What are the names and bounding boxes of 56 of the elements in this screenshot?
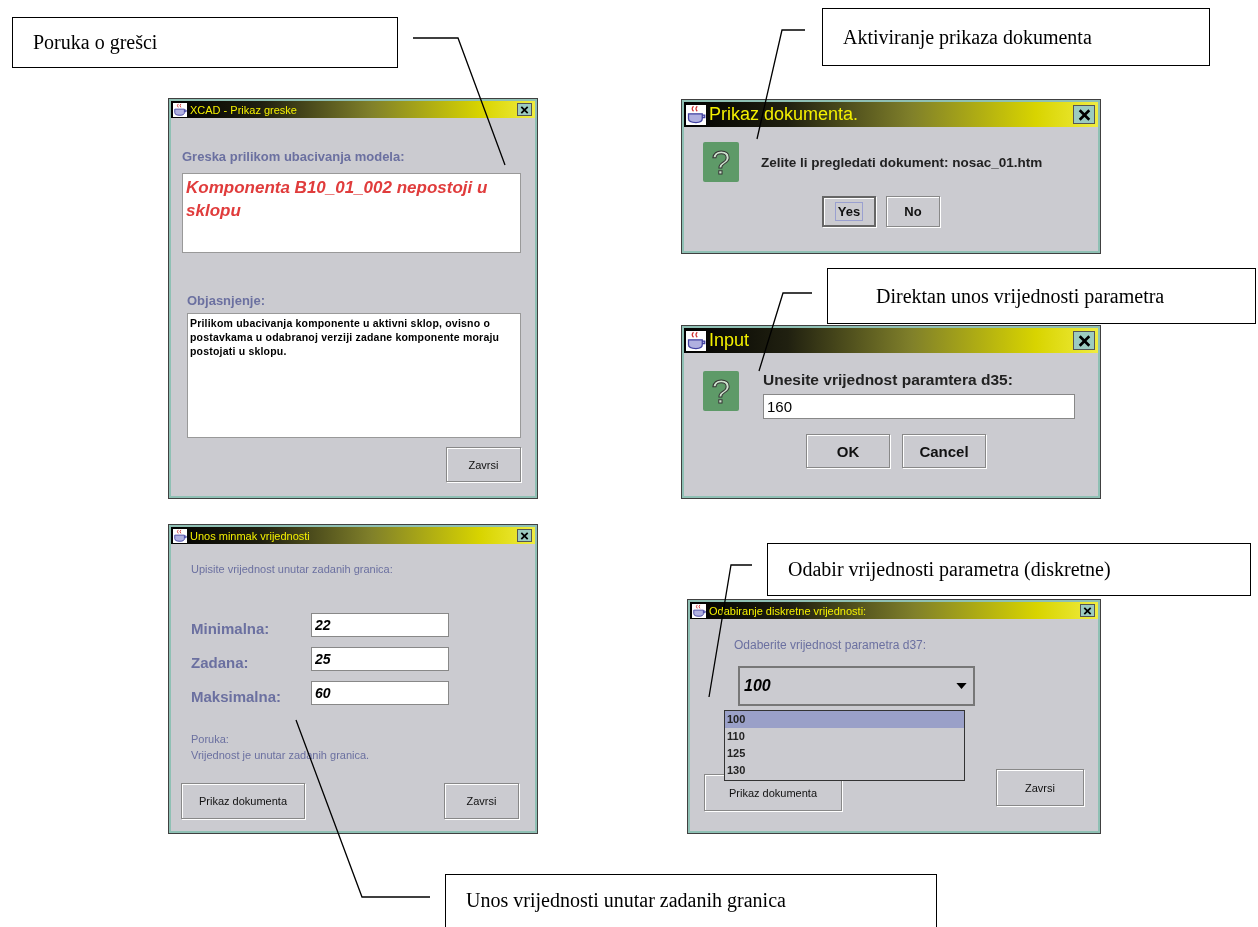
dialog-button[interactable]: Zavrsi (996, 769, 1084, 806)
close-icon (1077, 108, 1091, 121)
callout-label: Unos vrijednosti unutar zadanih granica (445, 874, 937, 927)
close-button[interactable] (517, 103, 532, 116)
dialog-button[interactable]: Yes (822, 196, 876, 227)
explanation-text: Prilikom ubacivanja komponente u aktivni sklop, ovisno o postavkama u odabranoj verziji zadane komponente moraju postojati u sklopu. (187, 313, 521, 438)
error-heading: Greska prilikom ubacivanja modela: (182, 149, 406, 164)
message-label: Poruka: (191, 733, 230, 745)
cup-icon (692, 603, 706, 618)
caret-icon (956, 683, 967, 689)
dialog-message: Zelite li pregledati dokument: nosac_01.htm (761, 154, 1043, 170)
cup-icon (173, 528, 187, 543)
input-field[interactable]: 160 (763, 394, 1075, 419)
value-field[interactable]: 25 (311, 647, 449, 671)
explanation-label: Objasnjenje: (187, 293, 267, 308)
window-title: Input (709, 330, 751, 351)
dialog-button[interactable]: Zavrsi (446, 447, 521, 482)
callout-label: Aktiviranje prikaza dokumenta (822, 8, 1210, 66)
close-button[interactable] (1073, 331, 1095, 350)
dropdown-option[interactable]: 110 (725, 728, 964, 745)
question-icon: ? (703, 371, 739, 411)
window-title: Unos minmak vrijednosti (190, 529, 311, 542)
dialog-button[interactable]: Cancel (902, 434, 986, 468)
instruction-text: Upisite vrijednost unutar zadanih granica: (191, 563, 394, 575)
value-field[interactable]: 60 (311, 681, 449, 705)
dialog-button[interactable]: No (886, 196, 940, 227)
callout-label: Direktan unos vrijednosti parametra (827, 268, 1256, 324)
close-button[interactable] (517, 529, 532, 542)
window-title: Prikaz dokumenta. (709, 104, 860, 125)
dropdown[interactable]: 100 (738, 666, 975, 706)
dialog-button[interactable]: Zavrsi (444, 783, 519, 819)
question-icon: ? (703, 142, 739, 182)
window-title: Odabiranje diskretne vrijednosti: (709, 604, 868, 617)
input-prompt: Unesite vrijednost paramtera d35: (763, 371, 1014, 389)
field-label: Zadana: (191, 654, 250, 671)
cup-icon (686, 104, 706, 125)
choice-prompt: Odaberite vrijednost parametra d37: (734, 638, 928, 652)
dropdown-option[interactable]: 100 (725, 711, 964, 728)
cup-icon (686, 330, 706, 351)
callout-label: Poruka o grešci (12, 17, 398, 68)
dialog-button[interactable]: Prikaz dokumenta (181, 783, 305, 819)
close-icon (1083, 606, 1092, 615)
field-label: Maksimalna: (191, 688, 283, 705)
close-icon (520, 531, 529, 540)
close-button[interactable] (1080, 604, 1095, 617)
window-title: XCAD - Prikaz greske (190, 103, 298, 116)
field-label: Minimalna: (191, 620, 271, 637)
dropdown-option[interactable]: 125 (725, 745, 964, 762)
error-message: Komponenta B10_01_002 nepostoji u sklopu (182, 173, 521, 253)
callout-label: Odabir vrijednosti parametra (diskretne) (767, 543, 1251, 596)
cup-icon (173, 102, 187, 117)
close-button[interactable] (1073, 105, 1095, 124)
close-icon (520, 105, 529, 114)
dialog-button[interactable]: OK (806, 434, 890, 468)
value-field[interactable]: 22 (311, 613, 449, 637)
close-icon (1077, 334, 1091, 347)
